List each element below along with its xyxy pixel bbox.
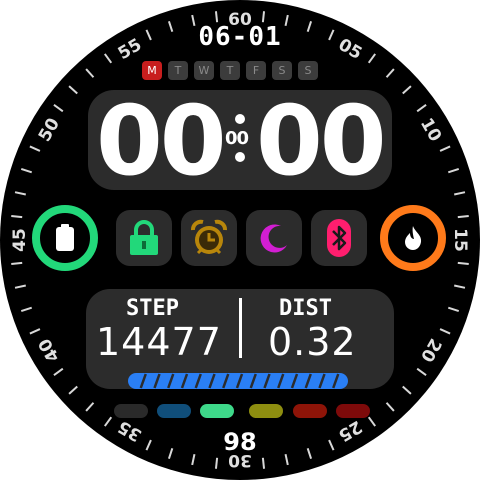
watch-face: 60 05 10 15 20 25 30 35 40 45 50 55 06-01 M T W T F…: [0, 0, 480, 480]
battery-percent: 98: [223, 428, 257, 456]
battery-ring[interactable]: [32, 205, 98, 271]
lock-button[interactable]: [116, 210, 172, 266]
distance-value: 0.32: [268, 320, 357, 364]
bezel-tick: [367, 416, 376, 427]
theme-swatch-6[interactable]: [336, 404, 370, 418]
step-progress-bar: [128, 373, 348, 389]
bezel-tick: [11, 261, 23, 266]
bezel-tick: [416, 104, 427, 113]
bezel-tick: [439, 328, 451, 335]
bezel-tick: [261, 457, 266, 469]
weekday-sun: S: [298, 61, 318, 80]
weekday-strip: M T W T F S S: [142, 61, 318, 80]
bezel-tick: [85, 68, 95, 78]
theme-swatch-4[interactable]: [249, 404, 283, 418]
weekday-tue: T: [168, 61, 188, 80]
theme-swatch-3[interactable]: [200, 404, 234, 418]
bezel-tick: [104, 53, 113, 64]
theme-swatch-1[interactable]: [114, 404, 148, 418]
bezel-tick: [416, 367, 427, 376]
weekday-mon: M: [142, 61, 162, 80]
bluetooth-button[interactable]: [311, 210, 367, 266]
bezel-tick: [20, 306, 33, 313]
bezel-tick: [457, 261, 469, 266]
bezel-tick: [68, 385, 78, 395]
bezel-numeral: 45: [10, 228, 30, 252]
calorie-ring[interactable]: [380, 205, 446, 271]
bezel-tick: [457, 214, 469, 219]
date-label: 06-01: [198, 22, 282, 52]
colon-dot-top: [235, 114, 245, 124]
bezel-numeral: 10: [416, 115, 445, 146]
weekday-thu: T: [220, 61, 240, 80]
bezel-tick: [14, 284, 26, 289]
theme-swatch-2[interactable]: [157, 404, 191, 418]
activity-divider: [239, 298, 242, 358]
bezel-numeral: 20: [416, 335, 445, 366]
bezel-tick: [53, 104, 64, 113]
colon-dot-bottom: [235, 152, 245, 162]
flame-icon: [405, 226, 422, 250]
bezel-tick: [53, 367, 64, 376]
bezel-tick: [68, 85, 78, 95]
weekday-fri: F: [246, 61, 266, 80]
bezel-numeral: 15: [450, 228, 470, 252]
bezel-tick: [85, 402, 95, 412]
bezel-tick: [214, 457, 219, 469]
bezel-tick: [402, 385, 412, 395]
bezel-numeral: 40: [35, 335, 64, 366]
time-minutes: 00: [256, 85, 387, 197]
bezel-tick: [447, 306, 460, 313]
steps-value: 14477: [96, 320, 222, 364]
distance-label: DIST: [279, 296, 332, 321]
lock-icon: [130, 220, 158, 255]
bezel-tick: [447, 167, 460, 174]
alarm-button[interactable]: [181, 210, 237, 266]
bezel-tick: [104, 416, 113, 427]
bezel-tick: [261, 11, 266, 23]
sleep-mode-button[interactable]: [246, 210, 302, 266]
bezel-tick: [14, 191, 26, 196]
bezel-tick: [29, 328, 41, 335]
bezel-tick: [11, 214, 23, 219]
bezel-tick: [20, 167, 33, 174]
moon-icon: [260, 224, 287, 253]
bezel-tick: [454, 284, 466, 289]
bezel-tick: [367, 53, 376, 64]
bezel-tick: [454, 191, 466, 196]
time-hours: 00: [96, 85, 227, 197]
weekday-wed: W: [194, 61, 214, 80]
bezel-numeral: 50: [35, 115, 64, 146]
time-seconds: 00: [225, 128, 249, 149]
bezel-tick: [402, 85, 412, 95]
bluetooth-icon: [327, 219, 351, 257]
bezel-tick: [214, 11, 219, 23]
weekday-sat: S: [272, 61, 292, 80]
bezel-tick: [385, 402, 395, 412]
theme-swatch-5[interactable]: [293, 404, 327, 418]
bezel-tick: [385, 68, 395, 78]
bezel-tick: [29, 145, 41, 152]
battery-icon: [56, 224, 74, 251]
steps-label: STEP: [126, 296, 179, 321]
alarm-clock-icon: [191, 219, 227, 255]
bezel-tick: [439, 145, 451, 152]
